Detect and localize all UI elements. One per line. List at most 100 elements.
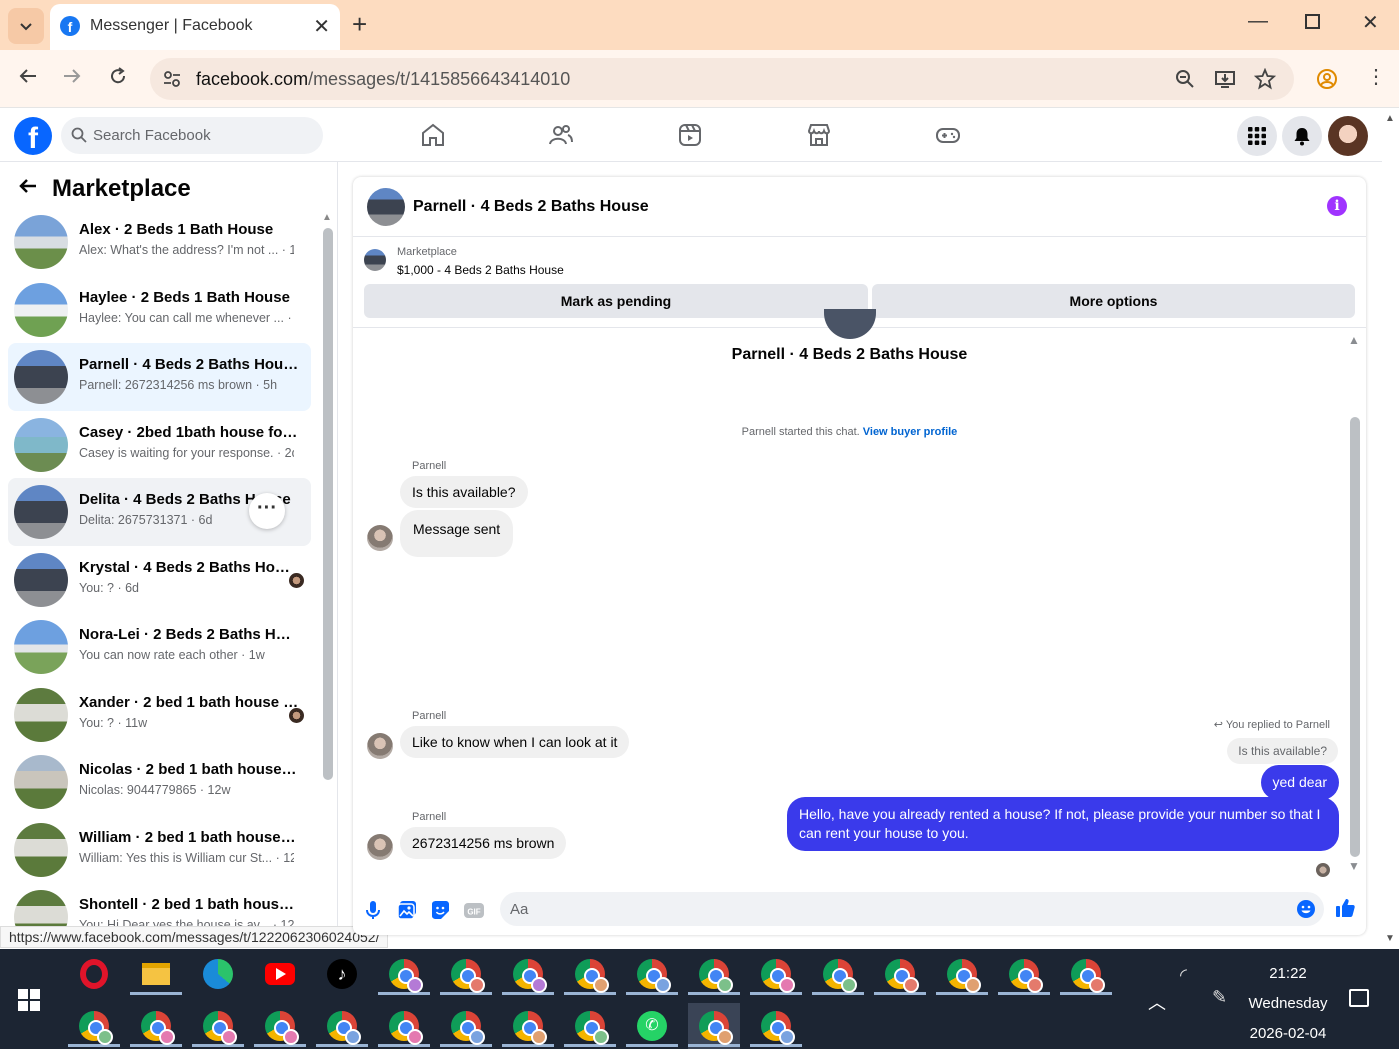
gaming-icon[interactable] [935,122,961,148]
install-app-icon[interactable] [1214,68,1236,90]
tray-overflow-chevron-icon[interactable]: ︿ [1148,989,1166,1015]
notifications-button[interactable] [1282,116,1322,156]
windows-start-icon[interactable] [18,989,40,1011]
chrome-profile-icon[interactable] [502,1003,554,1049]
gif-icon[interactable]: GIF [463,899,485,921]
notification-center-icon[interactable] [1349,989,1369,1007]
chat-scrollbar[interactable] [1350,417,1360,857]
tiktok-icon[interactable]: ♪ [316,951,368,997]
mark-as-pending-button[interactable]: Mark as pending [364,284,868,318]
facebook-search[interactable] [61,117,323,154]
chrome-profile-icon[interactable] [998,951,1050,997]
chrome-profile-icon[interactable] [68,1003,120,1049]
bookmark-star-icon[interactable] [1254,68,1276,90]
new-tab-button[interactable]: + [352,10,367,38]
incoming-message[interactable]: Message sent [400,510,514,557]
conversation-item[interactable]: Haylee · 2 Beds 1 Bath House Haylee: You… [8,276,311,344]
scroll-up-arrow-icon[interactable]: ▲ [1348,333,1360,347]
browser-menu-icon[interactable]: ⋮ [1366,64,1386,89]
menu-button[interactable] [1237,116,1277,156]
omnibox[interactable]: facebook.com/messages/t/1415856643414010 [150,58,1294,100]
home-icon[interactable] [420,122,446,148]
outgoing-message[interactable]: Hello, have you already rented a house? … [787,797,1339,851]
restore-button[interactable] [1305,14,1320,29]
sidebar-scrollbar[interactable] [323,228,333,780]
incoming-message[interactable]: Like to know when I can look at it [400,726,630,758]
tab-search-button[interactable] [8,8,44,44]
url-text[interactable]: facebook.com/messages/t/1415856643414010 [196,69,570,90]
chrome-profile-icon[interactable] [440,951,492,997]
message-input[interactable] [510,892,1270,926]
edge-icon[interactable] [192,951,244,997]
listing-title[interactable]: $1,000 - 4 Beds 2 Baths House [397,263,564,277]
page-scroll-up-icon[interactable]: ▲ [1385,113,1395,124]
minimize-button[interactable]: — [1248,10,1268,33]
conversation-item[interactable]: Delita · 4 Beds 2 Baths House Delita: 26… [8,478,311,546]
window-close-button[interactable]: ✕ [1362,10,1379,35]
back-button[interactable] [18,66,38,92]
chrome-profile-icon[interactable] [750,951,802,997]
scroll-up-arrow-icon[interactable]: ▲ [322,212,332,223]
chrome-profile-icon[interactable] [502,951,554,997]
pen-icon[interactable]: ✎ [1212,987,1227,1008]
sender-avatar[interactable] [367,525,393,551]
chrome-profile-icon[interactable] [254,1003,306,1049]
conversation-item[interactable]: Krystal · 4 Beds 2 Baths House You: ? · … [8,546,311,614]
view-buyer-profile-link[interactable]: View buyer profile [863,426,958,438]
chrome-profile-icon[interactable] [378,951,430,997]
conversation-item-active[interactable]: Parnell · 4 Beds 2 Baths House Parnell: … [8,343,311,411]
chat-title[interactable]: Parnell · 4 Beds 2 Baths House [413,198,649,216]
chrome-profile-icon[interactable] [192,1003,244,1049]
incoming-message[interactable]: 2672314256 ms brown [400,827,567,859]
system-clock[interactable]: 21:22 Wednesday 2026-02-04 [1240,959,1336,1049]
conversation-item[interactable]: William · 2 bed 1 bath house for... Will… [8,816,311,884]
conversation-item[interactable]: Nicolas · 2 bed 1 bath house for... Nico… [8,748,311,816]
info-icon[interactable]: i [1327,196,1347,216]
listing-avatar[interactable] [367,188,405,226]
chrome-profile-icon-active[interactable] [688,1003,740,1049]
incoming-message[interactable]: Is this available? [400,476,528,508]
whatsapp-icon[interactable]: ✆ [626,1003,678,1049]
friends-icon[interactable] [548,122,574,148]
browser-tab-messenger[interactable]: f Messenger | Facebook ✕ [50,4,340,50]
conversation-item[interactable]: Xander · 2 bed 1 bath house f... You: ? … [8,681,311,749]
listing-thumbnail[interactable] [364,249,386,271]
chrome-profile-icon[interactable] [378,1003,430,1049]
search-input[interactable] [93,117,313,154]
conversation-item[interactable]: Nora-Lei · 2 Beds 2 Baths House You can … [8,613,311,681]
reload-button[interactable] [108,66,128,92]
opera-icon[interactable] [68,951,120,997]
network-icon[interactable]: ◜ [1180,965,1187,986]
conversation-item[interactable]: Casey · 2bed 1bath house for rent Casey … [8,411,311,479]
more-options-icon[interactable]: ··· [249,493,285,529]
message-input-box[interactable] [500,892,1324,926]
chrome-profile-icon[interactable] [440,1003,492,1049]
back-arrow-icon[interactable] [18,175,38,203]
scroll-down-arrow-icon[interactable]: ▼ [1348,859,1360,873]
emoji-icon[interactable] [1296,899,1316,919]
tab-close-icon[interactable]: ✕ [313,14,330,39]
profile-icon[interactable] [1316,68,1338,90]
site-settings-icon[interactable] [162,69,182,89]
chrome-profile-icon[interactable] [874,951,926,997]
microphone-icon[interactable] [362,899,384,921]
page-scroll-down-icon[interactable]: ▼ [1385,933,1395,944]
sticker-icon[interactable] [429,899,451,921]
chrome-profile-icon[interactable] [316,1003,368,1049]
chrome-profile-icon[interactable] [688,951,740,997]
conversation-item[interactable]: Alex · 2 Beds 1 Bath House Alex: What's … [8,208,311,276]
sender-avatar[interactable] [367,834,393,860]
chrome-profile-icon[interactable] [936,951,988,997]
zoom-icon[interactable] [1174,68,1196,90]
youtube-icon[interactable] [254,951,306,997]
outgoing-message[interactable]: yed dear [1260,765,1339,800]
marketplace-icon[interactable] [806,122,832,148]
video-icon[interactable] [677,122,703,148]
facebook-logo-icon[interactable]: f [14,117,52,155]
photo-icon[interactable] [396,899,418,921]
chrome-profile-icon[interactable] [130,1003,182,1049]
chrome-profile-icon[interactable] [626,951,678,997]
thumbs-up-icon[interactable] [1334,897,1356,919]
quoted-message[interactable]: Is this available? [1227,738,1338,764]
chrome-profile-icon[interactable] [564,951,616,997]
